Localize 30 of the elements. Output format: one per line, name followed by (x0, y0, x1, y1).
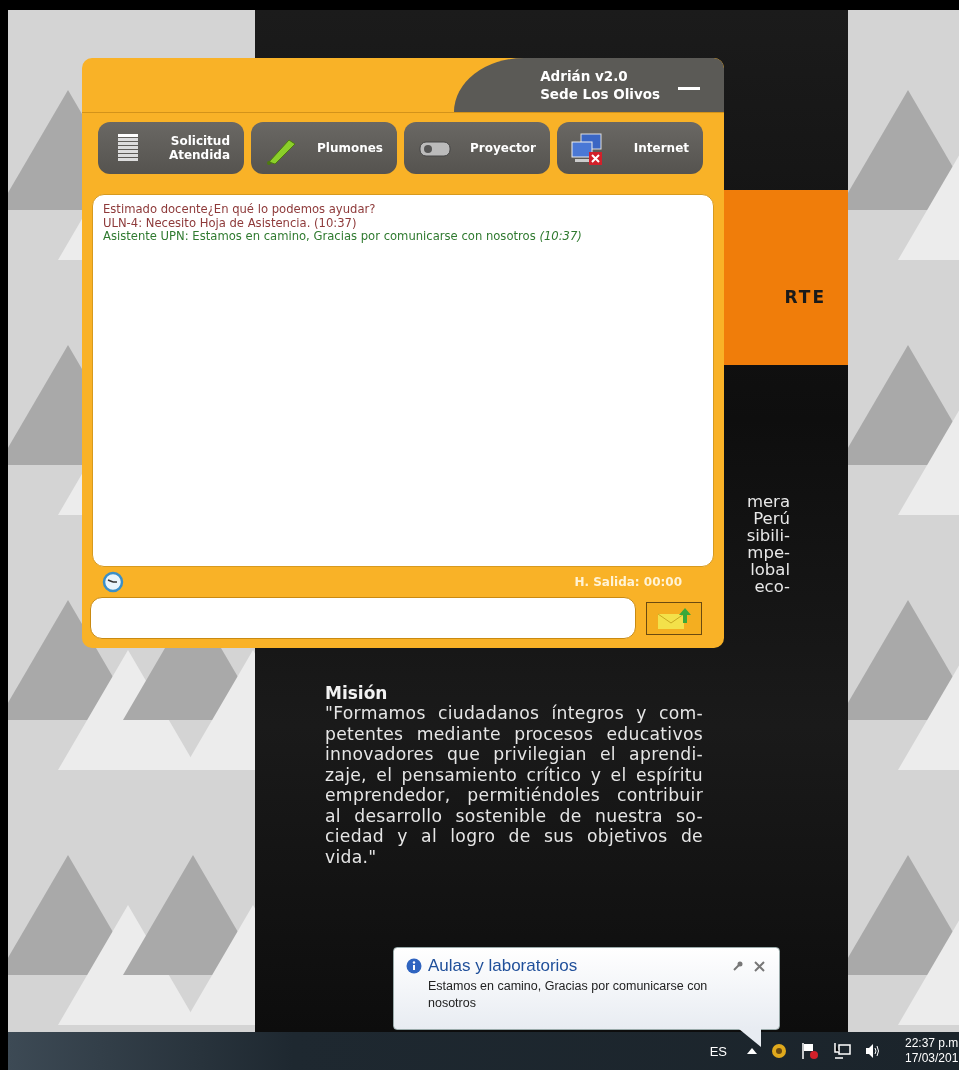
language-indicator[interactable]: ES (709, 1043, 727, 1059)
network-icon (569, 130, 605, 166)
request-button[interactable]: Plumones (251, 122, 397, 174)
paragraph-fragment: mera Perú sibili- mpe- lobal eco- (746, 493, 790, 595)
show-hidden-icons[interactable] (747, 1048, 757, 1054)
mission-paragraph: "Formamos ciudadanos íntegros y com- petentes mediante procesos educativos innovadores que privilegian el aprendi- zaje, el pensamiento crítico y el espíritu emprendedor, permitiéndoles contribuir al desarrollo sostenible de nuestra so- ciedad y al logro de sus objetivos de vida." (325, 703, 703, 867)
chat-message: ULN-4: Necesito Hoja de Asistencia. (10:37) (103, 216, 357, 230)
banner-text: RTE (784, 286, 826, 307)
minimize-icon[interactable] (678, 86, 700, 90)
network-icon[interactable] (833, 1042, 851, 1060)
send-button[interactable] (646, 601, 702, 635)
chat-message: Estimado docente¿En qué lo podemos ayudar? (103, 203, 377, 217)
request-button[interactable]: Proyector (404, 122, 550, 174)
window-title: Adrián v2.0 Sede Los Olivos (540, 67, 660, 103)
envelope-icon (656, 606, 692, 630)
alarm-clock-icon[interactable] (102, 571, 124, 593)
info-icon (406, 958, 422, 974)
chat-message: Asistente UPN: Estamos en camino, Gracias por comunicarse con nosotros (10:37) (103, 230, 583, 244)
notification-title: Aulas y laboratorios (428, 956, 579, 976)
app-tray-icon[interactable] (771, 1043, 787, 1059)
request-button[interactable]: Internet (557, 122, 703, 174)
flag-icon[interactable] (801, 1042, 819, 1060)
exit-time: H. Salida: 00:00 (574, 575, 682, 589)
message-input[interactable] (90, 597, 636, 639)
clock[interactable]: 22:37 p.m 17/03/201 (905, 1036, 959, 1066)
notification-message: Estamos en camino, Gracias por comunicarse con nosotros (428, 978, 709, 1012)
request-button[interactable]: Solicitud Atendida (98, 122, 244, 174)
speaker-icon[interactable] (865, 1043, 881, 1059)
mission-heading: Misión (325, 683, 389, 703)
close-icon[interactable] (752, 960, 767, 972)
